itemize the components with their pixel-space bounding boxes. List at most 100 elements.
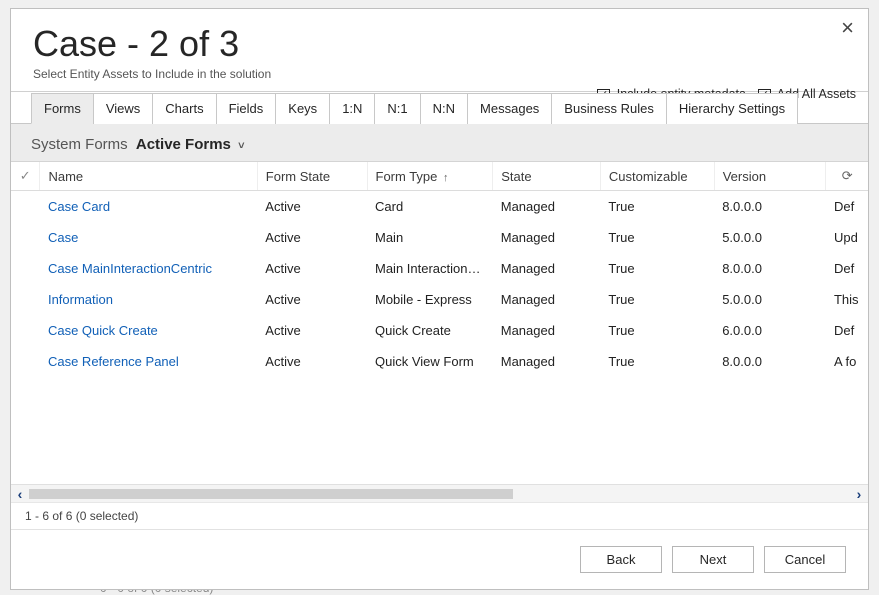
cell-desc: Def xyxy=(826,253,868,284)
cell-version: 5.0.0.0 xyxy=(714,284,826,315)
cell-form-type: Main Interaction… xyxy=(367,253,493,284)
sort-ascending-icon: ↑ xyxy=(443,172,449,184)
cell-version: 8.0.0.0 xyxy=(714,191,826,223)
table-header-row: ✓ Name Form State Form Type ↑ State Cust… xyxy=(11,162,868,191)
cell-version: 6.0.0.0 xyxy=(714,315,826,346)
cell-desc: A fo xyxy=(826,346,868,377)
grid-spacer xyxy=(11,377,868,484)
cell-desc: This xyxy=(826,284,868,315)
cell-desc: Def xyxy=(826,191,868,223)
cell-customizable: True xyxy=(600,284,714,315)
table-row[interactable]: Case Reference Panel Active Quick View F… xyxy=(11,346,868,377)
grid-zone: System Forms Active Forms ˅ xyxy=(11,124,868,529)
form-link[interactable]: Case MainInteractionCentric xyxy=(48,261,212,276)
tab-views[interactable]: Views xyxy=(93,93,153,124)
cell-state: Managed xyxy=(493,346,601,377)
forms-table: ✓ Name Form State Form Type ↑ State Cust… xyxy=(11,162,868,377)
row-check[interactable] xyxy=(11,284,40,315)
col-form-state[interactable]: Form State xyxy=(257,162,367,191)
table-row[interactable]: Case MainInteractionCentric Active Main … xyxy=(11,253,868,284)
table-row[interactable]: Case Card Active Card Managed True 8.0.0… xyxy=(11,191,868,223)
col-version[interactable]: Version xyxy=(714,162,826,191)
cell-customizable: True xyxy=(600,253,714,284)
table-body: Case Card Active Card Managed True 8.0.0… xyxy=(11,191,868,378)
table-row[interactable]: Case Quick Create Active Quick Create Ma… xyxy=(11,315,868,346)
cell-form-state: Active xyxy=(257,253,367,284)
col-check[interactable]: ✓ xyxy=(11,162,40,191)
cell-version: 5.0.0.0 xyxy=(714,222,826,253)
form-link[interactable]: Case xyxy=(48,230,78,245)
table-row[interactable]: Case Active Main Managed True 5.0.0.0 Up… xyxy=(11,222,868,253)
row-check[interactable] xyxy=(11,253,40,284)
row-check[interactable] xyxy=(11,222,40,253)
cell-form-state: Active xyxy=(257,284,367,315)
col-form-type[interactable]: Form Type ↑ xyxy=(367,162,493,191)
next-button[interactable]: Next xyxy=(672,546,754,573)
views-dropdown[interactable]: Active Forms ˅ xyxy=(136,136,245,153)
back-button[interactable]: Back xyxy=(580,546,662,573)
cell-form-state: Active xyxy=(257,346,367,377)
tab-forms[interactable]: Forms xyxy=(31,93,94,124)
cell-customizable: True xyxy=(600,222,714,253)
scroll-right-icon[interactable]: › xyxy=(850,486,868,502)
cell-version: 8.0.0.0 xyxy=(714,346,826,377)
views-strip: System Forms Active Forms ˅ xyxy=(11,124,868,161)
cell-form-type: Main xyxy=(367,222,493,253)
tab-nn[interactable]: N:N xyxy=(420,93,468,124)
tab-business-rules[interactable]: Business Rules xyxy=(551,93,667,124)
tab-keys[interactable]: Keys xyxy=(275,93,330,124)
scroll-left-icon[interactable]: ‹ xyxy=(11,486,29,502)
row-check[interactable] xyxy=(11,315,40,346)
cell-form-type: Quick Create xyxy=(367,315,493,346)
cell-state: Managed xyxy=(493,315,601,346)
cancel-button[interactable]: Cancel xyxy=(764,546,846,573)
scroll-track[interactable] xyxy=(29,489,850,499)
tabs-bar: Forms Views Charts Fields Keys 1:N N:1 N… xyxy=(11,92,868,124)
form-link[interactable]: Case Reference Panel xyxy=(48,354,179,369)
cell-desc: Upd xyxy=(826,222,868,253)
cell-state: Managed xyxy=(493,191,601,223)
cell-desc: Def xyxy=(826,315,868,346)
col-state[interactable]: State xyxy=(493,162,601,191)
cell-form-type: Mobile - Express xyxy=(367,284,493,315)
tab-hierarchy-settings[interactable]: Hierarchy Settings xyxy=(666,93,798,124)
cell-customizable: True xyxy=(600,315,714,346)
horizontal-scrollbar[interactable]: ‹ › xyxy=(11,484,868,502)
cell-version: 8.0.0.0 xyxy=(714,253,826,284)
page-subtitle: Select Entity Assets to Include in the s… xyxy=(33,67,846,81)
dialog-footer: Back Next Cancel xyxy=(11,529,868,589)
cell-state: Managed xyxy=(493,253,601,284)
tab-messages[interactable]: Messages xyxy=(467,93,552,124)
wizard-dialog: × Case - 2 of 3 Select Entity Assets to … xyxy=(10,8,869,590)
dialog-header: Case - 2 of 3 Select Entity Assets to In… xyxy=(11,9,868,91)
cell-state: Managed xyxy=(493,222,601,253)
close-icon[interactable]: × xyxy=(841,17,854,39)
refresh-icon[interactable]: ⟳ xyxy=(826,162,868,191)
form-link[interactable]: Case Card xyxy=(48,199,110,214)
cell-customizable: True xyxy=(600,346,714,377)
col-customizable[interactable]: Customizable xyxy=(600,162,714,191)
scroll-thumb[interactable] xyxy=(29,489,513,499)
cell-customizable: True xyxy=(600,191,714,223)
cell-form-state: Active xyxy=(257,222,367,253)
page-title: Case - 2 of 3 xyxy=(33,23,846,65)
forms-grid: ✓ Name Form State Form Type ↑ State Cust… xyxy=(11,161,868,529)
form-link[interactable]: Case Quick Create xyxy=(48,323,158,338)
tab-charts[interactable]: Charts xyxy=(152,93,216,124)
table-row[interactable]: Information Active Mobile - Express Mana… xyxy=(11,284,868,315)
tab-n1[interactable]: N:1 xyxy=(374,93,420,124)
views-category-label: System Forms xyxy=(31,136,128,153)
col-form-type-label: Form Type xyxy=(376,169,438,184)
row-check[interactable] xyxy=(11,346,40,377)
cell-form-type: Card xyxy=(367,191,493,223)
views-current-label: Active Forms xyxy=(136,136,231,153)
row-check[interactable] xyxy=(11,191,40,223)
grid-status: 1 - 6 of 6 (0 selected) xyxy=(11,502,868,529)
cell-form-state: Active xyxy=(257,315,367,346)
tab-1n[interactable]: 1:N xyxy=(329,93,375,124)
tab-fields[interactable]: Fields xyxy=(216,93,277,124)
cell-form-state: Active xyxy=(257,191,367,223)
chevron-down-icon: ˅ xyxy=(238,140,244,152)
form-link[interactable]: Information xyxy=(48,292,113,307)
col-name[interactable]: Name xyxy=(40,162,257,191)
